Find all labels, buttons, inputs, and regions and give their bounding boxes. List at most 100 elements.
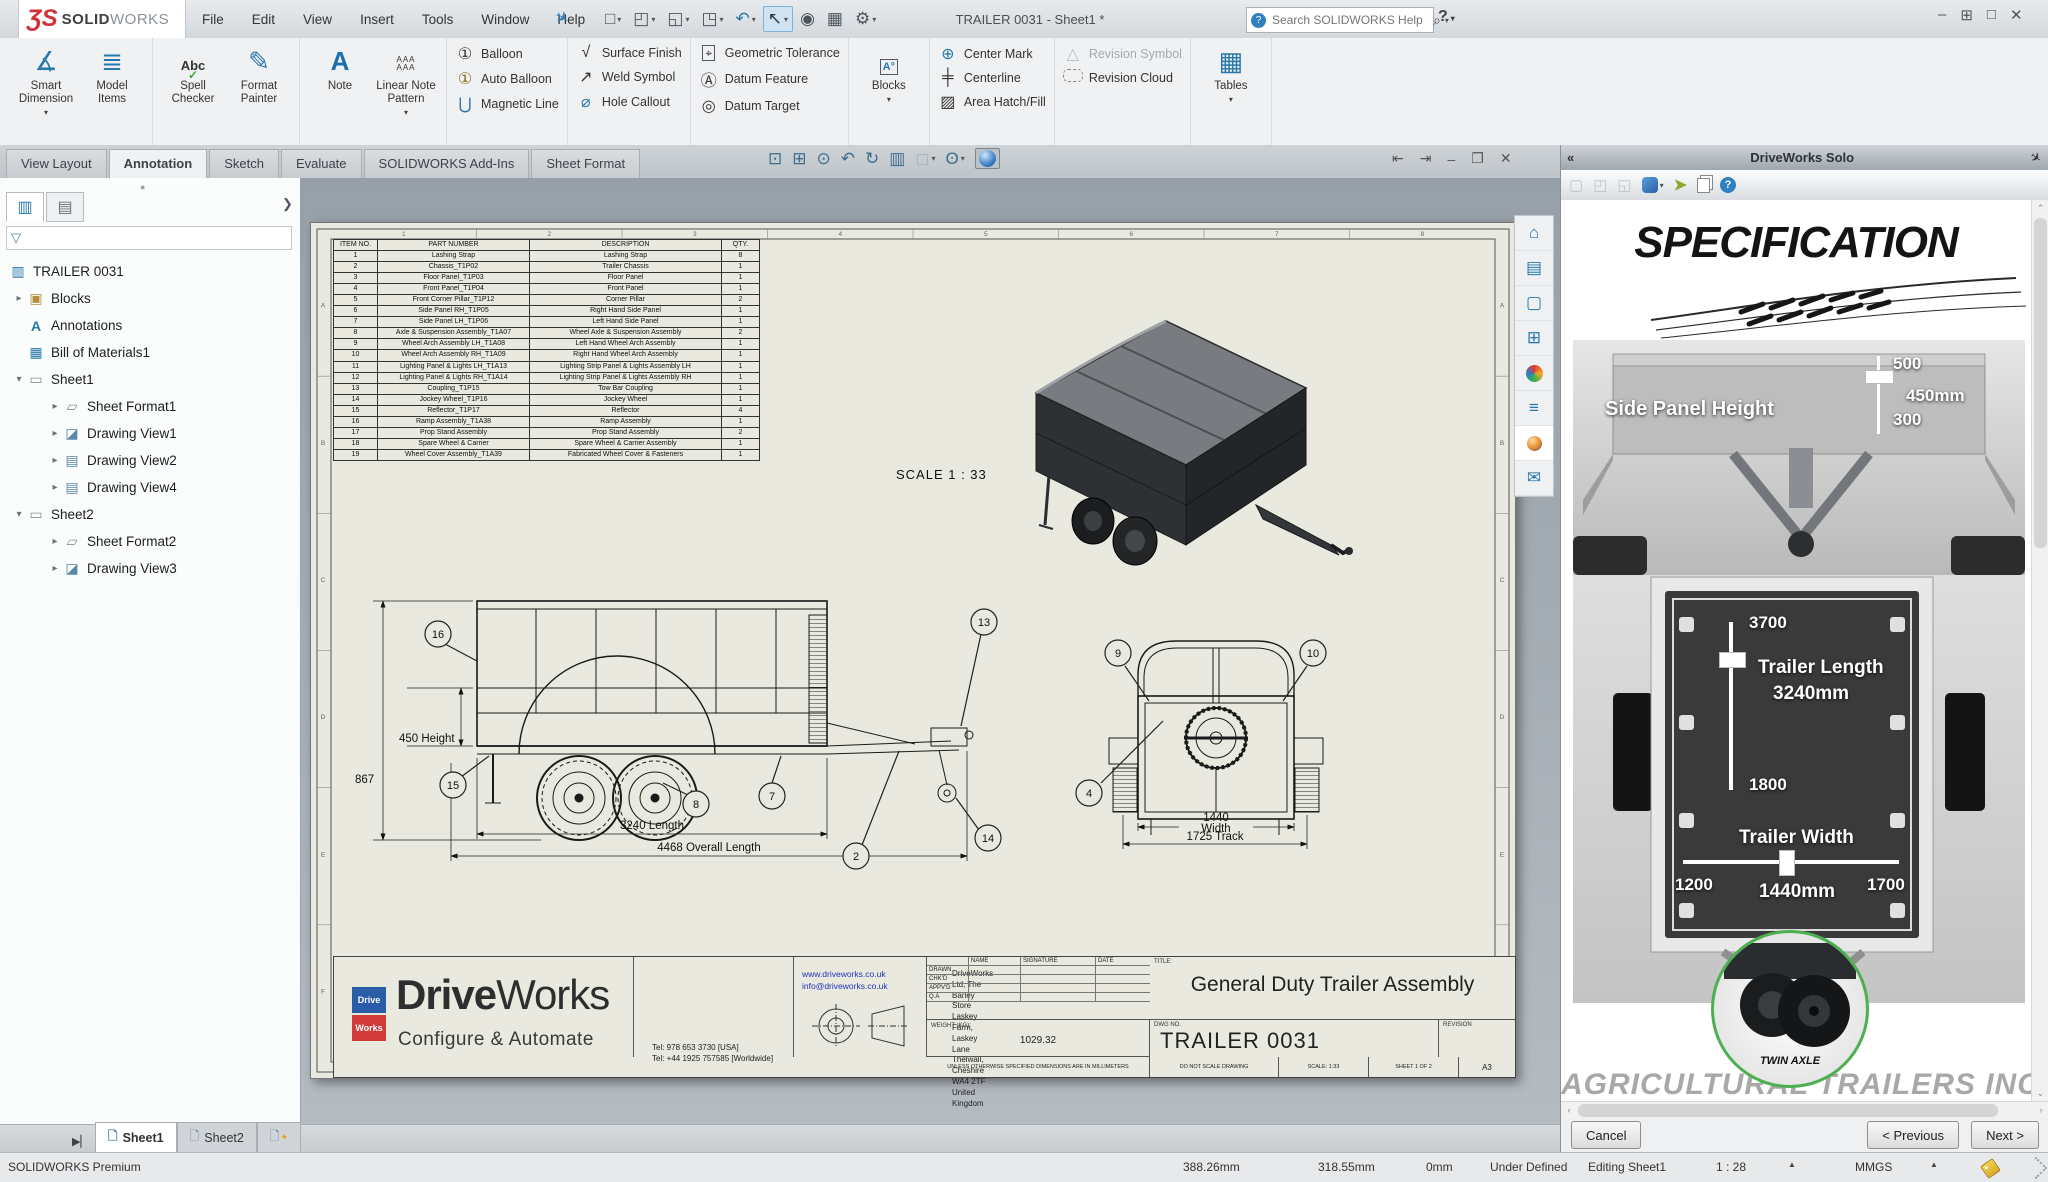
bom-row[interactable]: 9Wheel Arch Assembly LH_T1A08Left Hand W… bbox=[334, 339, 760, 350]
tree-item-drawing-view2[interactable]: ▸▤Drawing View2 bbox=[0, 447, 298, 474]
bom-row[interactable]: 17Prop Stand AssemblyProp Stand Assembly… bbox=[334, 427, 760, 438]
tree-item-sheet1[interactable]: ▾▭Sheet1 bbox=[0, 366, 298, 393]
centerline-button[interactable]: ╪Centerline bbox=[938, 69, 1021, 87]
vertical-scroll-thumb[interactable] bbox=[2034, 218, 2047, 548]
collapse-panel-icon[interactable]: « bbox=[1567, 150, 1574, 165]
menu-file[interactable]: File bbox=[190, 8, 236, 31]
tree-item-sheet2[interactable]: ▾▭Sheet2 bbox=[0, 501, 298, 528]
menu-edit[interactable]: Edit bbox=[240, 8, 287, 31]
tag-icon[interactable] bbox=[1980, 1158, 2001, 1179]
bom-row[interactable]: 16Ramp Assembly_T1A38Ramp Assembly1 bbox=[334, 416, 760, 427]
expand-icon[interactable]: ▸ bbox=[48, 428, 62, 439]
view-palette-icon[interactable]: ⊞ bbox=[1515, 321, 1553, 356]
close-button[interactable]: ✕ bbox=[2010, 6, 2023, 24]
menu-view[interactable]: View bbox=[291, 8, 344, 31]
previous-window-icon[interactable]: ⇤ bbox=[1392, 150, 1404, 167]
view-settings-icon[interactable] bbox=[975, 148, 1000, 169]
tab-feature-tree[interactable]: ▥ bbox=[6, 192, 44, 222]
sheet-nav-icon[interactable]: ▶▏ bbox=[66, 1130, 95, 1153]
restore-doc-icon[interactable]: ❐ bbox=[1471, 150, 1484, 167]
new-document-icon[interactable]: □▾ bbox=[600, 6, 626, 32]
select-icon[interactable]: ↖▾ bbox=[763, 6, 793, 32]
tab-annotation[interactable]: Annotation bbox=[109, 149, 208, 178]
tree-item-sheet-format2[interactable]: ▸▱Sheet Format2 bbox=[0, 528, 298, 555]
zoom-to-area-icon[interactable]: ⊞ bbox=[792, 149, 806, 169]
area-hatch-fill-button[interactable]: ▨Area Hatch/Fill bbox=[938, 92, 1046, 112]
spell-checker-button[interactable]: Abc✓Spell Checker bbox=[161, 42, 225, 108]
tab-property-manager[interactable]: ▤ bbox=[46, 192, 84, 222]
datum-feature-button[interactable]: ⒶDatum Feature bbox=[699, 67, 808, 91]
bom-row[interactable]: 2Chassis_T1P02Trailer Chassis1 bbox=[334, 262, 760, 273]
next-button[interactable]: Next > bbox=[1971, 1121, 2039, 1149]
slider-handle[interactable] bbox=[1865, 370, 1894, 384]
tree-item-drawing-view4[interactable]: ▸▤Drawing View4 bbox=[0, 474, 298, 501]
weld-symbol-button[interactable]: ↗Weld Symbol bbox=[576, 67, 675, 87]
dropdown-icon[interactable]: ▾ bbox=[44, 108, 48, 117]
add-sheet-tab[interactable]: 🗋✦ bbox=[257, 1122, 301, 1153]
minimize-doc-icon[interactable]: – bbox=[1447, 151, 1455, 167]
blocks-button[interactable]: A°Blocks▾ bbox=[857, 42, 921, 106]
panel-splitter-handle[interactable]: ● bbox=[140, 182, 150, 192]
sketch-grid-icon[interactable]: ▦ bbox=[822, 6, 848, 32]
surface-finish-button[interactable]: √Surface Finish bbox=[576, 44, 682, 62]
bom-row[interactable]: 18Spare Wheel & CarrierSpare Wheel & Car… bbox=[334, 438, 760, 449]
geometric-tolerance-button[interactable]: ⌖Geometric Tolerance bbox=[699, 44, 840, 62]
expand-icon[interactable]: ▸ bbox=[48, 401, 62, 412]
expand-icon[interactable]: ▸ bbox=[48, 482, 62, 493]
expand-icon[interactable]: ▸ bbox=[48, 563, 62, 574]
bom-row[interactable]: 5Front Corner Pillar_T1P12Corner Pillar2 bbox=[334, 295, 760, 306]
appearances-icon[interactable] bbox=[1515, 356, 1553, 391]
slider-handle[interactable] bbox=[1719, 652, 1746, 668]
units-label[interactable]: MMGS bbox=[1855, 1160, 1892, 1174]
dropdown-icon[interactable]: ▾ bbox=[1229, 95, 1233, 104]
copy-report-icon[interactable] bbox=[1697, 178, 1710, 193]
close-doc-icon[interactable]: ✕ bbox=[1500, 150, 1512, 167]
undo-icon[interactable]: ↶▾ bbox=[731, 6, 761, 32]
model-items-button[interactable]: ≣Model Items bbox=[80, 42, 144, 108]
sheet-properties-icon[interactable]: ▥ bbox=[889, 149, 905, 169]
twin-axle-option[interactable]: TWIN AXLE bbox=[1711, 930, 1869, 1088]
comments-icon[interactable]: ✉ bbox=[1515, 461, 1553, 496]
hide-show-items-icon[interactable]: ʘ▾ bbox=[945, 149, 964, 169]
collapse-icon[interactable]: ▾ bbox=[12, 509, 26, 520]
bom-row[interactable]: 7Side Panel LH_T1P06Left Hand Side Panel… bbox=[334, 317, 760, 328]
bom-row[interactable]: 4Front Panel_T1P04Front Panel1 bbox=[334, 284, 760, 295]
bom-row[interactable]: 3Floor Panel_T1P03Floor Panel1 bbox=[334, 273, 760, 284]
panel-expand-icon[interactable]: ❯ bbox=[282, 196, 293, 212]
arrange-windows-button[interactable]: ⊞ bbox=[1960, 6, 1973, 24]
bom-row[interactable]: 1Lashing StrapLashing Strap8 bbox=[334, 251, 760, 262]
dropdown-icon[interactable]: ▾ bbox=[404, 108, 408, 117]
rear-view[interactable]: 1440 Width 1725 Track 9 10 4 bbox=[1076, 640, 1326, 849]
minimize-button[interactable]: – bbox=[1938, 6, 1946, 24]
selection-filter-icon[interactable]: ◉ bbox=[795, 6, 820, 32]
tab-evaluate[interactable]: Evaluate bbox=[281, 149, 362, 178]
trailer-length-slider[interactable] bbox=[1726, 622, 1736, 790]
tab-solidworks-add-ins[interactable]: SOLIDWORKS Add-Ins bbox=[364, 149, 530, 178]
bom-row[interactable]: 10Wheel Arch Assembly RH_T1A09Right Hand… bbox=[334, 350, 760, 361]
trailer-width-slider[interactable] bbox=[1683, 857, 1899, 867]
sheet-tab-sheet1[interactable]: 🗋Sheet1 bbox=[95, 1122, 177, 1153]
tree-item-annotations[interactable]: AAnnotations bbox=[0, 312, 298, 339]
vertical-scrollbar[interactable]: ⌃ ⌄ bbox=[2031, 200, 2048, 1101]
tree-item-bill-of-materials1[interactable]: ▦Bill of Materials1 bbox=[0, 339, 298, 366]
bom-row[interactable]: 19Wheel Cover Assembly_T1A39Fabricated W… bbox=[334, 449, 760, 460]
horizontal-scrollbar[interactable]: ‹ › bbox=[1561, 1101, 2048, 1119]
bom-row[interactable]: 8Axle & Suspension Assembly_T1A07Wheel A… bbox=[334, 328, 760, 339]
iso-view[interactable] bbox=[1036, 321, 1353, 565]
file-explorer-icon[interactable]: ▢ bbox=[1515, 286, 1553, 321]
scroll-left-icon[interactable]: ‹ bbox=[1561, 1102, 1577, 1119]
next-window-icon[interactable]: ⇥ bbox=[1420, 150, 1432, 167]
balloon-button[interactable]: ①Balloon bbox=[455, 44, 523, 64]
datum-target-button[interactable]: ◎Datum Target bbox=[699, 96, 800, 116]
bom-row[interactable]: 11Lighting Panel & Lights LH_T1A13Lighti… bbox=[334, 361, 760, 372]
maximize-button[interactable]: □ bbox=[1987, 6, 1996, 24]
previous-button[interactable]: < Previous bbox=[1867, 1121, 1959, 1149]
units-dropdown-icon[interactable]: ▲ bbox=[1930, 1160, 1938, 1169]
save-document-icon[interactable]: ◱▾ bbox=[662, 6, 694, 32]
zoom-to-fit-icon[interactable]: ⊡ bbox=[768, 149, 782, 169]
drawing-sheet[interactable]: 1122334455667788AABBCCDDEEFF SCALE 1 : 3… bbox=[310, 222, 1516, 1079]
bill-of-materials-table[interactable]: ITEM NO.PART NUMBERDESCRIPTIONQTY. 1Lash… bbox=[333, 239, 760, 461]
slider-handle[interactable] bbox=[1779, 850, 1795, 876]
sheet-tab-sheet2[interactable]: 🗋Sheet2 bbox=[177, 1122, 257, 1153]
dropdown-icon[interactable]: ▾ bbox=[887, 95, 891, 104]
